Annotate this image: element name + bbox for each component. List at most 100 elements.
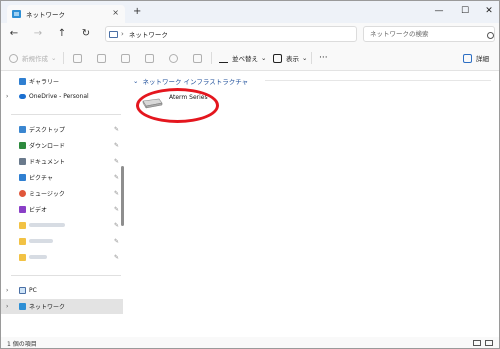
sidebar-item-folder[interactable]: ✎	[1, 250, 123, 265]
plus-circle-icon	[9, 53, 18, 63]
breadcrumb-chevron-icon: ›	[121, 30, 124, 38]
more-options-button[interactable]: ···	[319, 51, 328, 65]
address-bar[interactable]: › ネットワーク	[105, 26, 357, 42]
trash-icon	[193, 53, 202, 63]
sidebar-item-label: デスクトップ	[29, 127, 66, 134]
toolbar-divider	[311, 52, 312, 64]
back-button[interactable]: ←	[7, 27, 21, 41]
pin-icon: ✎	[114, 142, 120, 149]
chevron-down-icon: ⌄	[302, 54, 308, 62]
documents-icon	[19, 158, 26, 165]
cloud-icon	[19, 94, 26, 99]
rename-button[interactable]	[145, 51, 158, 65]
videos-icon	[19, 206, 26, 213]
network-folder-icon	[12, 10, 21, 18]
close-button[interactable]: ✕	[481, 4, 497, 18]
chevron-down-icon: ⌄	[51, 54, 57, 62]
toolbar-divider	[63, 52, 64, 64]
redacted-label	[29, 255, 47, 259]
chevron-right-icon: ›	[6, 287, 9, 294]
group-header-network-infrastructure[interactable]: ⌄ ネットワーク インフラストラクチャ	[133, 76, 248, 86]
breadcrumb-network[interactable]: ネットワーク	[129, 29, 168, 39]
copy-button[interactable]	[97, 51, 110, 65]
sidebar-item-pictures[interactable]: ピクチャ ✎	[1, 170, 123, 185]
group-divider	[265, 80, 491, 81]
pin-icon: ✎	[114, 190, 120, 197]
sidebar-item-desktop[interactable]: デスクトップ ✎	[1, 122, 123, 137]
pin-icon: ✎	[114, 206, 120, 213]
tab-close-button[interactable]: ×	[112, 8, 119, 17]
gallery-icon	[19, 78, 26, 85]
sidebar-item-videos[interactable]: ビデオ ✎	[1, 202, 123, 217]
up-button[interactable]: ↑	[55, 27, 69, 41]
sidebar-item-downloads[interactable]: ダウンロード ✎	[1, 138, 123, 153]
details-label: 詳細	[476, 55, 489, 63]
sidebar-item-folder[interactable]: ✎	[1, 218, 123, 233]
monitor-icon	[109, 30, 118, 38]
command-bar: 新規作成 ⌄ 並べ替え ⌄ 表示 ⌄ ··· 詳細	[1, 45, 499, 71]
cut-button[interactable]	[73, 51, 86, 65]
tab-network[interactable]: ネットワーク ×	[7, 5, 125, 23]
title-bar: ネットワーク × + — ☐ ✕	[1, 1, 499, 23]
view-button[interactable]: 表示 ⌄	[273, 51, 307, 65]
music-icon	[19, 190, 26, 197]
folder-icon	[19, 222, 26, 229]
new-label: 新規作成	[22, 55, 48, 63]
network-icon	[19, 303, 26, 310]
sidebar-item-label: ドキュメント	[29, 159, 66, 166]
sidebar-item-gallery[interactable]: ギャラリー	[1, 74, 123, 89]
sidebar-item-label: PC	[29, 287, 37, 294]
rename-icon	[145, 53, 154, 63]
folder-icon	[19, 254, 26, 261]
sidebar-divider	[11, 275, 121, 276]
pin-icon: ✎	[114, 126, 120, 133]
item-count: 1 個の項目	[7, 341, 37, 348]
paste-button[interactable]	[121, 51, 134, 65]
large-icons-view-icon[interactable]	[485, 340, 493, 346]
sidebar-item-music[interactable]: ミュージック ✎	[1, 186, 123, 201]
new-button[interactable]: 新規作成 ⌄	[9, 51, 56, 65]
minimize-button[interactable]: —	[431, 4, 447, 18]
sort-button[interactable]: 並べ替え ⌄	[219, 51, 266, 65]
pictures-icon	[19, 174, 26, 181]
sidebar-item-label: ギャラリー	[29, 79, 60, 86]
details-pane-icon	[463, 53, 472, 63]
sidebar-item-onedrive[interactable]: › OneDrive - Personal	[1, 89, 123, 104]
refresh-button[interactable]: ↻	[79, 27, 93, 41]
highlight-circle	[136, 88, 219, 123]
sidebar-item-label: ピクチャ	[29, 175, 53, 182]
redacted-label	[29, 239, 53, 243]
view-label: 表示	[286, 55, 299, 63]
search-input[interactable]: ネットワークの検索	[363, 26, 495, 42]
tab-title: ネットワーク	[26, 11, 65, 19]
new-tab-button[interactable]: +	[133, 7, 141, 17]
address-row: ← → ↑ ↻ › ネットワーク ネットワークの検索	[1, 23, 499, 45]
sidebar-item-documents[interactable]: ドキュメント ✎	[1, 154, 123, 169]
download-icon	[19, 142, 26, 149]
view-list-icon	[273, 53, 282, 63]
search-icon	[487, 32, 494, 39]
details-view-icon[interactable]	[473, 340, 481, 346]
forward-button[interactable]: →	[31, 27, 45, 41]
copy-icon	[97, 53, 106, 63]
delete-button[interactable]	[193, 51, 206, 65]
desktop-icon	[19, 126, 26, 133]
chevron-right-icon: ›	[6, 303, 9, 310]
chevron-down-icon: ⌄	[261, 54, 267, 62]
sidebar-item-label: ミュージック	[29, 191, 65, 198]
pin-icon: ✎	[114, 222, 120, 229]
sidebar-item-folder[interactable]: ✎	[1, 234, 123, 249]
share-button[interactable]	[169, 51, 182, 65]
pc-icon	[19, 287, 26, 294]
maximize-button[interactable]: ☐	[457, 4, 473, 18]
details-button[interactable]: 詳細	[463, 51, 489, 65]
sort-label: 並べ替え	[232, 55, 258, 63]
sidebar-item-network[interactable]: › ネットワーク	[1, 299, 123, 314]
pin-icon: ✎	[114, 238, 120, 245]
sidebar-divider	[11, 114, 121, 115]
pin-icon: ✎	[114, 158, 120, 165]
sidebar-item-pc[interactable]: › PC	[1, 283, 123, 298]
folder-icon	[19, 238, 26, 245]
sidebar-scrollbar[interactable]	[121, 166, 124, 226]
sidebar-item-label: OneDrive - Personal	[29, 93, 89, 100]
